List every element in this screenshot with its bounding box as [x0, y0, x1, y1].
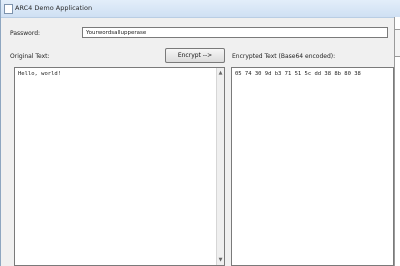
right-edge-panel [394, 17, 400, 266]
app-icon [4, 4, 13, 14]
side-button[interactable] [395, 29, 400, 57]
password-label: Password: [10, 30, 41, 37]
encrypted-text-area[interactable]: 05 74 30 9d b3 71 51 5c dd 38 8b 80 38 [231, 67, 394, 266]
password-input[interactable] [82, 27, 388, 38]
encrypted-text-label: Encrypted Text (Base64 encoded): [232, 53, 336, 60]
up-arrow-icon[interactable]: ▲ [217, 69, 224, 77]
encrypted-text-content: 05 74 30 9d b3 71 51 5c dd 38 8b 80 38 [235, 71, 361, 77]
original-text-content: Hello, world! [18, 71, 62, 77]
title-bar[interactable]: ARC4 Demo Application [1, 0, 400, 18]
app-window: ARC4 Demo Application Password: Original… [0, 0, 400, 266]
window-title: ARC4 Demo Application [15, 4, 93, 12]
encrypt-button[interactable]: Encrypt --> [165, 48, 225, 63]
original-text-scrollbar[interactable]: ▲ ▼ [216, 68, 224, 265]
original-text-label: Original Text: [10, 53, 50, 60]
down-arrow-icon[interactable]: ▼ [217, 256, 224, 264]
original-text-area[interactable]: Hello, world! ▲ ▼ [14, 67, 225, 266]
